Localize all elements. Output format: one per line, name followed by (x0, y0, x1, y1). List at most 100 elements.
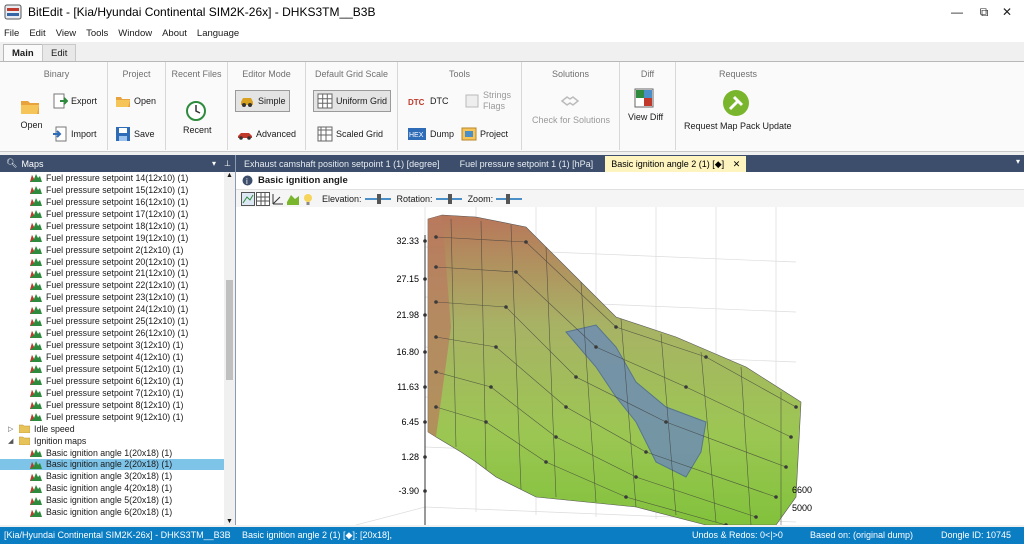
tree-map-item[interactable]: Basic ignition angle 2(20x18) (1) (0, 458, 225, 471)
panel-dropdown-icon[interactable]: ▾ (212, 159, 216, 168)
tree-map-item[interactable]: Fuel pressure setpoint 14(12x10) (1) (0, 172, 225, 184)
tree-map-item[interactable]: Basic ignition angle 4(20x18) (1) (0, 482, 225, 494)
surface-plot-svg[interactable]: 32.33 27.15 21.98 16.80 11.63 6.45 1.28 … (236, 207, 1024, 527)
doc-tab-fuel-pressure[interactable]: Fuel pressure setpoint 1 (1) [hPa] (454, 156, 600, 172)
tree-map-item[interactable]: Fuel pressure setpoint 16(12x10) (1) (0, 196, 225, 208)
lightbulb-icon[interactable] (301, 192, 315, 206)
uniform-grid-button[interactable]: Uniform Grid (313, 90, 392, 112)
tree-map-item[interactable]: Fuel pressure setpoint 24(12x10) (1) (0, 303, 225, 315)
mesh-vertex (684, 385, 688, 389)
tab-main[interactable]: Main (3, 44, 43, 62)
tree-map-item[interactable]: Fuel pressure setpoint 22(12x10) (1) (0, 279, 225, 291)
menu-tools[interactable]: Tools (86, 28, 108, 39)
dtc-button[interactable]: DTC DTC (407, 93, 449, 109)
collapse-arrow-icon[interactable]: ◢ (8, 437, 16, 445)
tree-map-item[interactable]: Fuel pressure setpoint 3(12x10) (1) (0, 339, 225, 351)
tree-map-item[interactable]: Fuel pressure setpoint 21(12x10) (1) (0, 268, 225, 280)
open-project-button[interactable]: Open (115, 93, 156, 109)
tree-map-item[interactable]: Fuel pressure setpoint 25(12x10) (1) (0, 315, 225, 327)
tree-map-item[interactable]: Fuel pressure setpoint 23(12x10) (1) (0, 291, 225, 303)
tree-folder-item[interactable]: ▷ Idle speed (0, 423, 225, 435)
menu-language[interactable]: Language (197, 28, 239, 39)
menu-edit[interactable]: Edit (29, 28, 45, 39)
menu-view[interactable]: View (56, 28, 76, 39)
mesh-vertex (774, 495, 778, 499)
surface-icon[interactable] (286, 192, 300, 206)
view-diff-button[interactable]: View Diff (628, 87, 663, 122)
project-tool-label: Project (480, 129, 509, 139)
tree-map-item[interactable]: Fuel pressure setpoint 6(12x10) (1) (0, 375, 225, 387)
close-button[interactable]: ✕ (990, 0, 1024, 24)
export-button[interactable]: Export (52, 93, 97, 109)
tree-scrollbar[interactable]: ▲ ▼ (224, 172, 235, 525)
scroll-up-icon[interactable]: ▲ (226, 172, 233, 179)
tree-map-item[interactable]: Fuel pressure setpoint 19(12x10) (1) (0, 232, 225, 244)
tree-map-item[interactable]: Fuel pressure setpoint 18(12x10) (1) (0, 220, 225, 232)
recent-button[interactable]: Recent (183, 100, 212, 135)
map-icon (30, 222, 42, 231)
expand-arrow-icon[interactable]: ▷ (8, 425, 16, 433)
save-button[interactable]: Save (115, 126, 155, 142)
scroll-down-icon[interactable]: ▼ (226, 518, 233, 525)
map-icon (30, 234, 42, 243)
zoom-slider[interactable] (496, 193, 523, 204)
request-map-pack-button[interactable]: Request Map Pack Update (684, 88, 792, 131)
group-recent: Recent Files Recent (166, 62, 228, 150)
tree-map-item[interactable]: Fuel pressure setpoint 26(12x10) (1) (0, 327, 225, 339)
tree-map-item[interactable]: Fuel pressure setpoint 8(12x10) (1) (0, 399, 225, 411)
menu-file[interactable]: File (4, 28, 19, 39)
group-title: Binary (43, 69, 70, 79)
tree-map-item[interactable]: Fuel pressure setpoint 7(12x10) (1) (0, 387, 225, 399)
mesh-vertex (594, 345, 598, 349)
tree-map-item[interactable]: Basic ignition angle 1(20x18) (1) (0, 447, 225, 459)
doc-tab-basic-ignition[interactable]: Basic ignition angle 2 (1) [◆] ✕ (605, 156, 747, 172)
pin-icon[interactable]: ⊥ (224, 159, 231, 168)
open-binary-button[interactable]: Open (19, 95, 44, 130)
tree-item-label: Fuel pressure setpoint 21(12x10) (1) (46, 268, 189, 279)
scroll-thumb[interactable] (226, 280, 233, 380)
tree-map-item[interactable]: Fuel pressure setpoint 5(12x10) (1) (0, 363, 225, 375)
y-tick-5: 6.45 (401, 417, 419, 427)
doc-tab-exhaust-camshaft[interactable]: Exhaust camshaft position setpoint 1 (1)… (238, 156, 446, 172)
menu-about[interactable]: About (162, 28, 187, 39)
tree-map-item[interactable]: Basic ignition angle 3(20x18) (1) (0, 470, 225, 482)
elevation-slider[interactable] (364, 193, 391, 204)
tree-map-item[interactable]: Fuel pressure setpoint 9(12x10) (1) (0, 411, 225, 423)
project-tool-button[interactable]: Project (461, 126, 508, 142)
tree-folder-item[interactable]: ◢ Ignition maps (0, 435, 225, 447)
search-icon[interactable]: 🔍︎ (6, 158, 17, 169)
map-icon (30, 377, 42, 386)
import-button[interactable]: Import (52, 126, 97, 142)
menu-window[interactable]: Window (118, 28, 152, 39)
tree-item-label: Basic ignition angle 1(20x18) (1) (46, 447, 173, 458)
simple-mode-button[interactable]: Simple (235, 90, 290, 112)
tree-map-item[interactable]: Basic ignition angle 6(20x18) (1) (0, 506, 225, 518)
tree-map-item[interactable]: Fuel pressure setpoint 17(12x10) (1) (0, 208, 225, 220)
tree-map-item[interactable]: Fuel pressure setpoint 15(12x10) (1) (0, 184, 225, 196)
group-tools: Tools DTC DTC Strings Flags HEX Dump Pro… (398, 62, 522, 150)
close-tab-icon[interactable]: ✕ (733, 159, 741, 169)
check-solutions-button[interactable]: Check for Solutions (532, 90, 610, 125)
tree-map-item[interactable]: Fuel pressure setpoint 4(12x10) (1) (0, 351, 225, 363)
table-view-icon[interactable] (256, 191, 270, 206)
tab-edit[interactable]: Edit (42, 44, 77, 62)
scaled-grid-button[interactable]: Scaled Grid (317, 126, 383, 142)
grid-icon (317, 93, 333, 109)
strings-flags-button[interactable]: Strings Flags (464, 90, 511, 112)
tree-item-label: Fuel pressure setpoint 16(12x10) (1) (46, 196, 189, 207)
mesh-vertex (789, 435, 793, 439)
tree-map-item[interactable]: Fuel pressure setpoint 20(12x10) (1) (0, 256, 225, 268)
tree-map-item[interactable]: Fuel pressure setpoint 2(12x10) (1) (0, 244, 225, 256)
axis-icon[interactable] (271, 192, 285, 206)
dump-button[interactable]: HEX Dump (407, 126, 454, 142)
map-3d-plot[interactable]: 32.33 27.15 21.98 16.80 11.63 6.45 1.28 … (236, 207, 1024, 527)
strings-icon (465, 94, 479, 108)
tab-list-dropdown-icon[interactable]: ▾ (1016, 157, 1020, 166)
map-icon (30, 413, 42, 422)
group-title: Tools (448, 69, 470, 79)
3d-view-icon[interactable] (241, 191, 255, 206)
map-icon (30, 472, 42, 481)
advanced-mode-button[interactable]: Advanced (237, 126, 296, 142)
rotation-slider[interactable] (435, 193, 462, 204)
tree-map-item[interactable]: Basic ignition angle 5(20x18) (1) (0, 494, 225, 506)
